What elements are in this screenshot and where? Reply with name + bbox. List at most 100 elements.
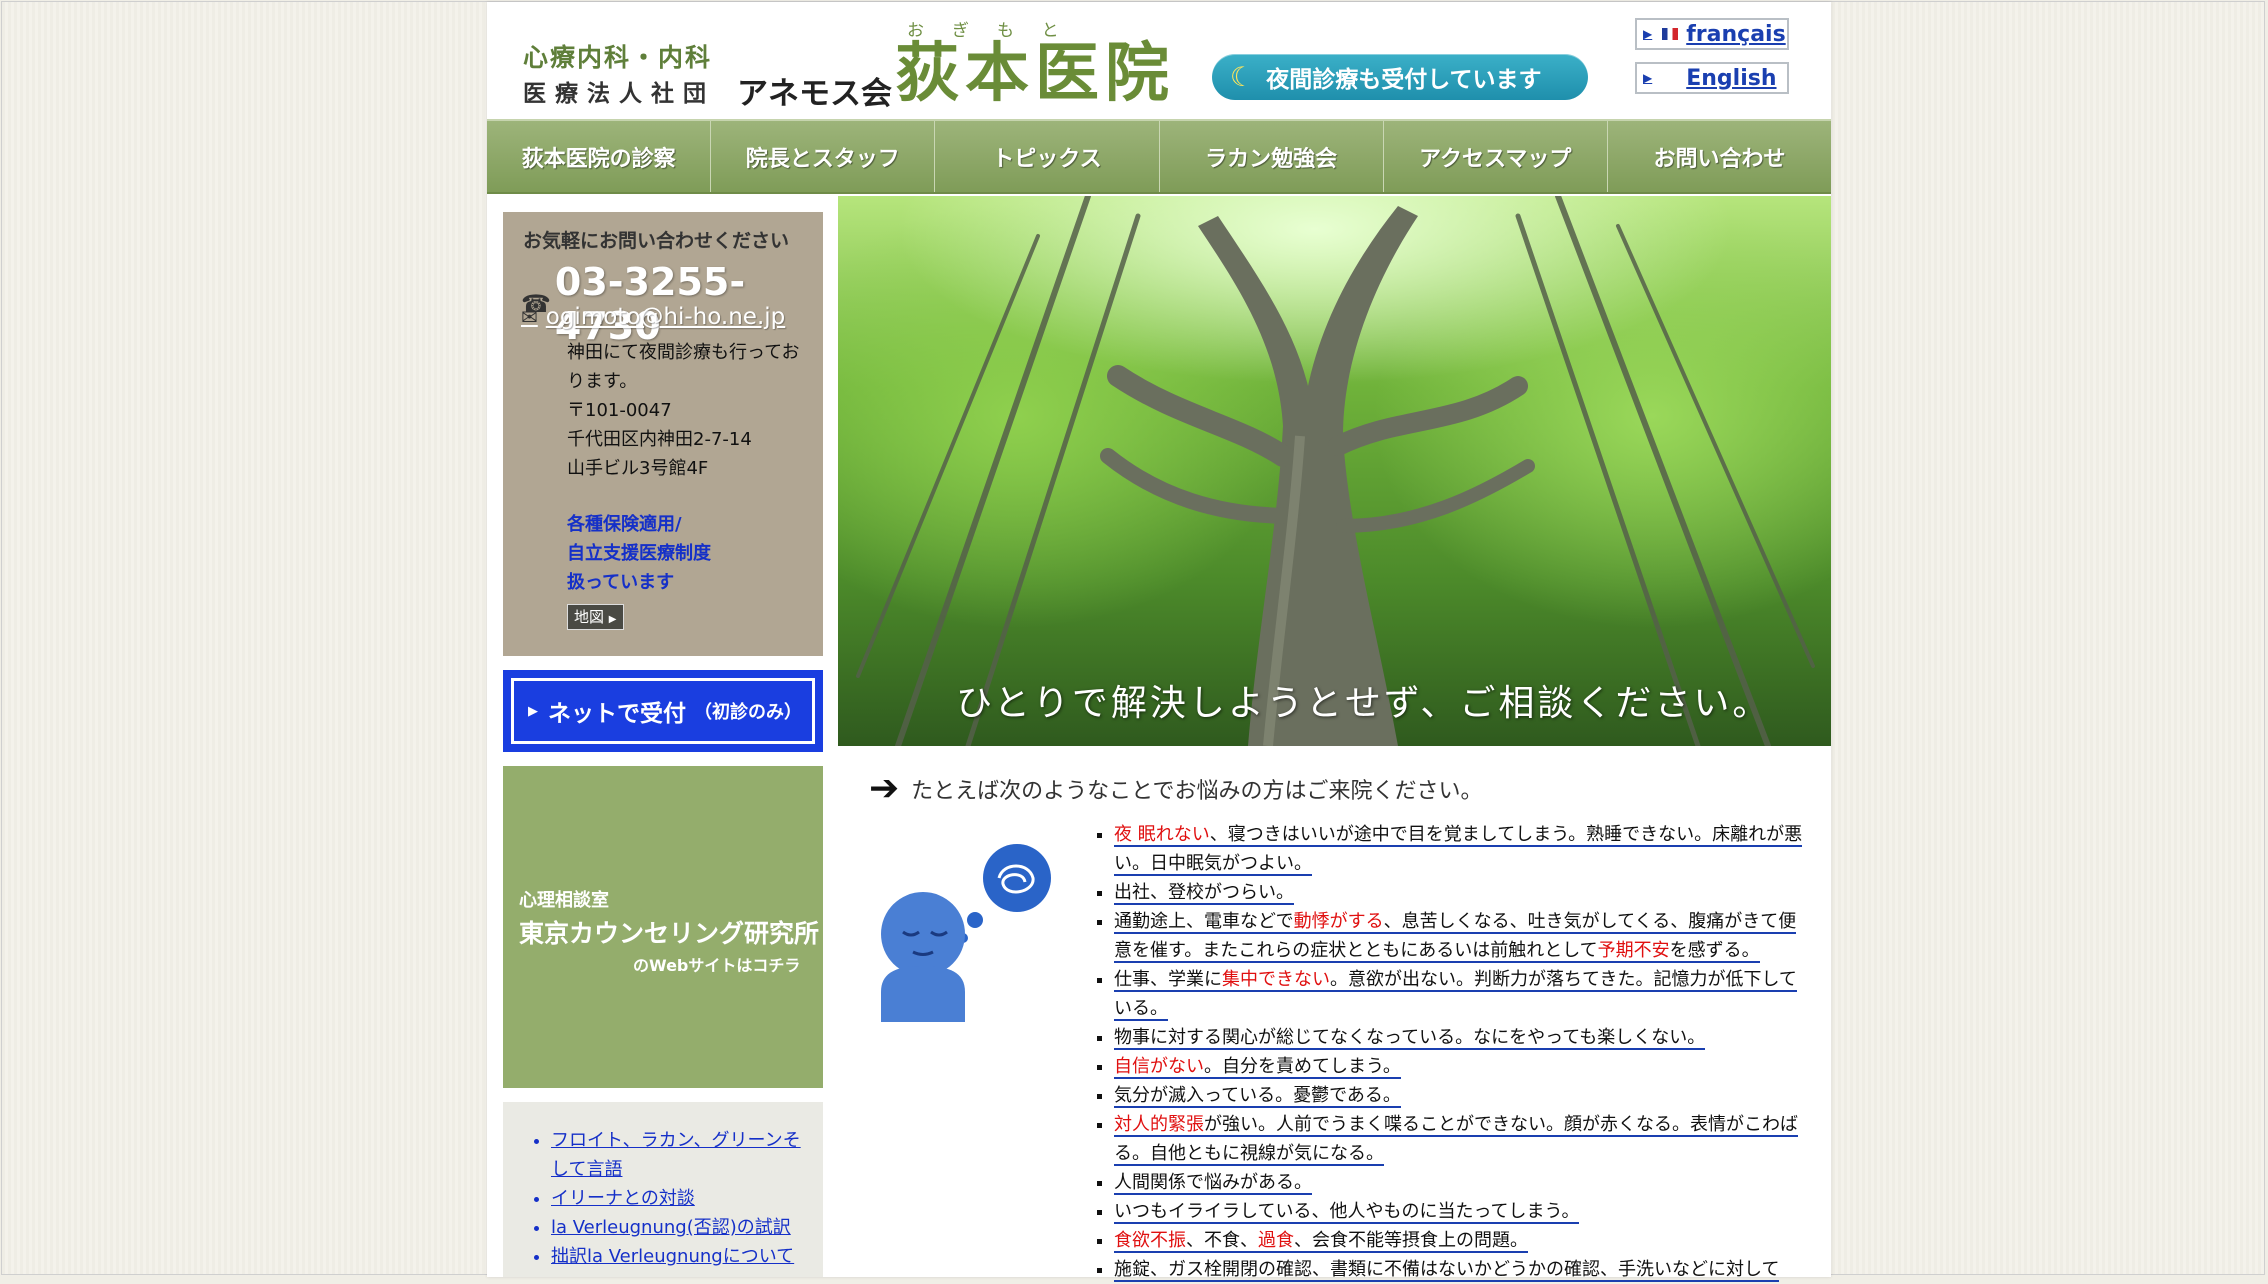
symptom-intro: ➔ たとえば次のようなことでお悩みの方はご来院ください。 — [869, 768, 1483, 809]
symptom-emphasis: 対人的緊張 — [1114, 1114, 1204, 1135]
nav-item-access[interactable]: アクセスマップ — [1384, 121, 1608, 192]
site-header: 心療内科・内科 医療法人社団 アネモス会 おぎもと 荻本医院 ☾ 夜間診療も受付… — [487, 2, 1831, 117]
nav-item-topics[interactable]: トピックス — [935, 121, 1160, 192]
contact-heading: お気軽にお問い合わせください — [523, 230, 790, 252]
page: 心療内科・内科 医療法人社団 アネモス会 おぎもと 荻本医院 ☾ 夜間診療も受付… — [487, 2, 1831, 1282]
map-button[interactable]: 地図 ▶ — [567, 604, 624, 630]
email-link[interactable]: ✉ ogimoto@hi-ho.ne.jp — [521, 304, 785, 330]
article-link[interactable]: la Verleugnung(否認)の試訳 — [551, 1213, 809, 1242]
symptom-item[interactable]: 人間関係で悩みがある。 — [1114, 1168, 1814, 1197]
symptom-segment: 気分が滅入っている。憂鬱である。 — [1114, 1085, 1401, 1106]
department-label: 心療内科・内科 — [523, 43, 713, 72]
online-reception-button[interactable]: ▶ ネットで受付 （初診のみ） — [503, 670, 823, 752]
map-button-label: 地図 — [574, 608, 605, 626]
symptom-text: 施錠、ガス栓開閉の確認、書類に不備はないかどうかの確認、手洗いなどに対して — [1114, 1259, 1780, 1282]
symptom-segment: いつもイライラしている、他人やものに当たってしまう。 — [1114, 1201, 1580, 1222]
symptom-text: 自信がない。自分を責めてしまう。 — [1114, 1056, 1401, 1079]
symptom-item[interactable]: 仕事、学業に集中できない。意欲が出ない。判断力が落ちてきた。記憶力が低下している… — [1114, 965, 1814, 1023]
night-clinic-banner: ☾ 夜間診療も受付しています — [1212, 54, 1588, 100]
symptom-item[interactable]: 対人的緊張が強い。人前でうまく喋ることができない。顔が赤くなる。表情がこわばる。… — [1114, 1110, 1814, 1168]
hero-caption: ひとりで解決しようとせず、ご相談ください。 — [956, 683, 1772, 724]
symptom-text: 気分が滅入っている。憂鬱である。 — [1114, 1085, 1401, 1108]
contact-box: お気軽にお問い合わせください ☎ 03-3255-4730 ✉ ogimoto@… — [503, 212, 823, 656]
symptom-segment: 仕事、学業に — [1114, 969, 1222, 990]
symptom-text: 出社、登校がつらい。 — [1114, 882, 1294, 905]
nav-item-clinic[interactable]: 荻本医院の診察 — [487, 121, 712, 192]
symptom-segment: が強い。人前でうまく喋ることができない。顔が赤くなる。表情がこわばる。自他ともに… — [1114, 1114, 1798, 1164]
symptom-text: 対人的緊張が強い。人前でうまく喋ることができない。顔が赤くなる。表情がこわばる。… — [1114, 1114, 1798, 1166]
symptom-text: 夜 眠れない、寝つきはいいが途中で目を覚ましてしまう。熟睡できない。床離れが悪い… — [1114, 824, 1803, 876]
symptom-segment: 人間関係で悩みがある。 — [1114, 1172, 1312, 1193]
nav-item-lacan[interactable]: ラカン勉強会 — [1160, 121, 1384, 192]
symptom-segment: 。自分を責めてしまう。 — [1204, 1056, 1401, 1077]
symptom-item[interactable]: 通勤途上、電車などで動悸がする、息苦しくなる、吐き気がしてくる、腹痛がきて便意を… — [1114, 907, 1814, 965]
corporation-label: 医療法人社団 — [523, 81, 715, 107]
main-nav: 荻本医院の診察 院長とスタッフ トピックス ラカン勉強会 アクセスマップ お問い… — [487, 119, 1831, 194]
symptom-text: 食欲不振、不食、過食、会食不能等摂食上の問題。 — [1114, 1230, 1528, 1253]
nav-item-contact[interactable]: お問い合わせ — [1608, 121, 1831, 192]
french-flag-icon — [1662, 28, 1679, 40]
symptom-item[interactable]: 物事に対する関心が総じてなくなっている。なにをやっても楽しくない。 — [1114, 1023, 1814, 1052]
symptom-segment: 物事に対する関心が総じてなくなっている。なにをやっても楽しくない。 — [1114, 1027, 1706, 1048]
online-reception-frame: ▶ ネットで受付 （初診のみ） — [511, 678, 815, 744]
arrow-right-icon: ➔ — [869, 768, 900, 809]
article-link[interactable]: イリーナとの対談 — [551, 1184, 809, 1213]
insurance-note: 各種保険適用/ 自立支援医療制度 扱っています — [567, 510, 807, 597]
symptom-item[interactable]: いつもイライラしている、他人やものに当たってしまう。 — [1114, 1197, 1814, 1226]
night-clinic-label: 夜間診療も受付しています — [1266, 67, 1542, 93]
symptom-item[interactable]: 施錠、ガス栓開閉の確認、書類に不備はないかどうかの確認、手洗いなどに対して — [1114, 1255, 1814, 1284]
symptom-list: 夜 眠れない、寝つきはいいが途中で目を覚ましてしまう。熟睡できない。床離れが悪い… — [1092, 820, 1814, 1284]
counseling-line2: 東京カウンセリング研究所 — [519, 919, 820, 948]
symptom-item[interactable]: 気分が滅入っている。憂鬱である。 — [1114, 1081, 1814, 1110]
counseling-banner[interactable]: 心理相談室 東京カウンセリング研究所 のWebサイトはコチラ — [503, 766, 823, 1088]
insurance-line: 扱っています — [567, 572, 675, 593]
lang-english-link[interactable]: ▶ English — [1635, 62, 1789, 94]
symptom-emphasis: 自信がない — [1114, 1056, 1204, 1077]
symptom-item[interactable]: 夜 眠れない、寝つきはいいが途中で目を覚ましてしまう。熟睡できない。床離れが悪い… — [1114, 820, 1814, 878]
symptom-item[interactable]: 自信がない。自分を責めてしまう。 — [1114, 1052, 1814, 1081]
symptom-segment: 、不食、 — [1186, 1230, 1258, 1251]
symptom-text: 人間関係で悩みがある。 — [1114, 1172, 1312, 1195]
symptom-segment: 、寝つきはいいが途中で目を覚ましてしまう。熟睡できない。床離れが悪い。日中眠気が… — [1114, 824, 1803, 874]
symptom-segment: を感ずる。 — [1669, 940, 1760, 961]
worried-person-icon — [881, 844, 1051, 1022]
article-links: フロイト、ラカン、グリーンそして言語 イリーナとの対談 la Verleugnu… — [503, 1102, 823, 1277]
counseling-line3: のWebサイトはコチラ — [633, 956, 801, 975]
online-reception-note: （初診のみ） — [694, 702, 802, 723]
association-label: アネモス会 — [737, 76, 892, 112]
symptom-emphasis: 過食 — [1258, 1230, 1294, 1251]
arrow-right-icon: ▶ — [1643, 27, 1653, 41]
hero-image: ひとりで解決しようとせず、ご相談ください。 — [838, 196, 1831, 746]
symptom-emphasis: 動悸がする — [1293, 911, 1384, 932]
symptom-emphasis: 集中できない — [1222, 969, 1330, 990]
insurance-line: 自立支援医療制度 — [567, 543, 711, 564]
lang-french-label: français — [1686, 21, 1786, 47]
symptom-segment: 、会食不能等摂食上の問題。 — [1294, 1230, 1528, 1251]
article-link[interactable]: 拙訳la Verleugnungについて — [551, 1242, 809, 1271]
lang-french-link[interactable]: ▶ français — [1635, 18, 1789, 50]
address-line: 神田にて夜間診療も行っております。 — [567, 342, 800, 392]
address-line: 千代田区内神田2-7-14 — [567, 429, 752, 450]
arrow-right-icon: ▶ — [1643, 71, 1653, 85]
insurance-line: 各種保険適用/ — [567, 514, 682, 535]
hospital-logo[interactable]: 荻本医院 — [895, 38, 1175, 110]
symptom-item[interactable]: 出社、登校がつらい。 — [1114, 878, 1814, 907]
envelope-icon: ✉ — [521, 305, 538, 329]
symptom-emphasis: 予期不安 — [1597, 940, 1670, 961]
arrow-right-icon: ▶ — [528, 703, 538, 719]
address-block: 神田にて夜間診療も行っております。 〒101-0047 千代田区内神田2-7-1… — [567, 338, 807, 483]
moon-icon: ☾ — [1230, 61, 1255, 93]
counseling-line1: 心理相談室 — [519, 890, 609, 911]
symptom-text: いつもイライラしている、他人やものに当たってしまう。 — [1114, 1201, 1580, 1224]
symptom-emphasis: 夜 眠れない — [1114, 824, 1210, 845]
address-line: 山手ビル3号館4F — [567, 458, 709, 479]
symptom-text: 仕事、学業に集中できない。意欲が出ない。判断力が落ちてきた。記憶力が低下している… — [1114, 969, 1797, 1021]
symptom-emphasis: 食欲不振 — [1114, 1230, 1186, 1251]
email-text: ogimoto@hi-ho.ne.jp — [545, 304, 786, 330]
symptom-item[interactable]: 食欲不振、不食、過食、会食不能等摂食上の問題。 — [1114, 1226, 1814, 1255]
symptom-text: 通勤途上、電車などで動悸がする、息苦しくなる、吐き気がしてくる、腹痛がきて便意を… — [1114, 911, 1797, 963]
address-line: 〒101-0047 — [567, 400, 672, 421]
nav-item-staff[interactable]: 院長とスタッフ — [711, 121, 936, 192]
article-link[interactable]: フロイト、ラカン、グリーンそして言語 — [551, 1126, 809, 1184]
arrow-right-icon: ▶ — [608, 614, 617, 625]
